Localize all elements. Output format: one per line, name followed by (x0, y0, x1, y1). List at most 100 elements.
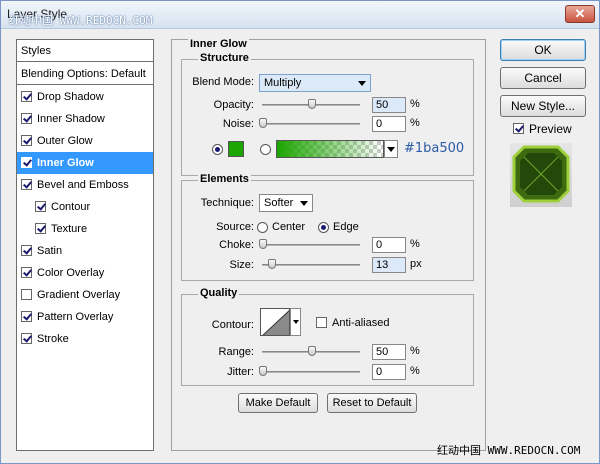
styles-list: Styles Blending Options: Default Drop Sh… (16, 39, 154, 451)
close-icon: ✕ (574, 6, 586, 21)
jitter-slider-track[interactable] (262, 371, 360, 373)
watermark-text: 红动中国 WWW.REDOCN.COM (9, 14, 153, 27)
opacity-label: Opacity: (213, 99, 254, 111)
size-input[interactable]: 13 (372, 257, 406, 273)
size-slider-track[interactable] (262, 264, 360, 266)
gradient-dropdown[interactable] (384, 140, 398, 158)
choke-unit: % (410, 238, 420, 250)
inner-glow-panel: Inner Glow Structure Blend Mode: Multipl… (171, 38, 486, 451)
style-item-satin[interactable]: Satin (17, 240, 153, 262)
source-edge-radio[interactable] (318, 222, 329, 233)
opacity-input[interactable]: 50 (372, 97, 406, 113)
choke-label: Choke: (219, 239, 254, 251)
style-item-checkbox[interactable] (21, 113, 32, 124)
style-item-checkbox[interactable] (21, 333, 32, 344)
layer-style-dialog: Layer Style 红动中国 WWW.REDOCN.COM ✕ Styles… (0, 0, 600, 464)
solid-color-radio[interactable] (212, 144, 223, 155)
style-item-gradient-overlay[interactable]: Gradient Overlay (17, 284, 153, 306)
style-item-pattern-overlay[interactable]: Pattern Overlay (17, 306, 153, 328)
contour-dropdown[interactable] (290, 308, 301, 336)
blend-mode-label: Blend Mode: (192, 76, 254, 88)
source-center-radio[interactable] (257, 222, 268, 233)
style-item-label: Bevel and Emboss (37, 179, 129, 191)
style-item-checkbox[interactable] (21, 179, 32, 190)
style-item-checkbox[interactable] (21, 135, 32, 146)
range-input[interactable]: 50 (372, 344, 406, 360)
styles-header[interactable]: Styles (17, 40, 153, 62)
make-default-button[interactable]: Make Default (238, 393, 318, 413)
elements-title: Elements (198, 173, 251, 185)
chevron-down-icon (358, 81, 366, 86)
gradient-radio[interactable] (260, 144, 271, 155)
technique-select[interactable]: Softer (259, 194, 313, 212)
preview-checkbox[interactable] (513, 123, 524, 134)
source-label: Source: (216, 221, 254, 233)
ok-button[interactable]: OK (500, 39, 586, 61)
style-item-checkbox[interactable] (21, 157, 32, 168)
style-item-checkbox[interactable] (35, 223, 46, 234)
style-item-label: Contour (51, 201, 91, 213)
style-item-checkbox[interactable] (21, 267, 32, 278)
glow-color-swatch[interactable] (228, 141, 244, 157)
style-item-checkbox[interactable] (21, 289, 32, 300)
structure-title: Structure (198, 52, 251, 64)
jitter-slider-thumb[interactable] (259, 366, 267, 376)
close-button[interactable]: ✕ (565, 5, 595, 23)
opacity-slider-thumb[interactable] (308, 99, 316, 109)
source-center-label: Center (272, 221, 306, 233)
jitter-label: Jitter: (227, 366, 254, 378)
inner-glow-title: Inner Glow (188, 38, 249, 50)
styles-header-label: Styles (21, 45, 51, 57)
source-edge-label: Edge (333, 221, 359, 233)
quality-title: Quality (198, 287, 240, 299)
cancel-button[interactable]: Cancel (500, 67, 586, 89)
style-item-contour[interactable]: Contour (17, 196, 153, 218)
range-slider-thumb[interactable] (308, 346, 316, 356)
noise-slider-thumb[interactable] (259, 118, 267, 128)
choke-slider-track[interactable] (262, 244, 360, 246)
size-slider-thumb[interactable] (268, 259, 276, 269)
style-item-checkbox[interactable] (21, 91, 32, 102)
style-item-drop-shadow[interactable]: Drop Shadow (17, 86, 153, 108)
style-item-label: Satin (37, 245, 63, 257)
new-style-button[interactable]: New Style... (500, 95, 586, 117)
style-item-inner-glow[interactable]: Inner Glow (17, 152, 153, 174)
anti-aliased-checkbox[interactable] (316, 317, 327, 328)
style-item-label: Texture (51, 223, 88, 235)
blend-mode-value: Multiply (264, 77, 302, 89)
style-item-checkbox[interactable] (21, 311, 32, 322)
noise-input[interactable]: 0 (372, 116, 406, 132)
blend-mode-select[interactable]: Multiply (259, 74, 371, 92)
choke-input[interactable]: 0 (372, 237, 406, 253)
blending-options-item[interactable]: Blending Options: Default (17, 63, 153, 85)
style-item-label: Outer Glow (37, 135, 93, 147)
jitter-unit: % (410, 365, 420, 377)
style-item-outer-glow[interactable]: Outer Glow (17, 130, 153, 152)
range-label: Range: (218, 346, 254, 358)
color-hex-label: #1ba500 (404, 141, 465, 156)
style-item-bevel-and-emboss[interactable]: Bevel and Emboss (17, 174, 153, 196)
structure-group: Structure Blend Mode: Multiply Opacity: … (181, 52, 474, 176)
quality-group: Quality Contour: Anti-aliased Range: 50 … (181, 287, 474, 386)
title-bar[interactable]: Layer Style 红动中国 WWW.REDOCN.COM ✕ (1, 1, 599, 29)
style-item-texture[interactable]: Texture (17, 218, 153, 240)
style-item-checkbox[interactable] (21, 245, 32, 256)
blending-options-label: Blending Options: Default (21, 68, 146, 80)
style-preview (510, 143, 572, 207)
contour-label: Contour: (211, 319, 254, 331)
style-item-label: Color Overlay (37, 267, 105, 279)
choke-slider-thumb[interactable] (259, 239, 267, 249)
style-item-label: Inner Shadow (37, 113, 105, 125)
reset-to-default-button[interactable]: Reset to Default (327, 393, 417, 413)
noise-slider-track[interactable] (262, 123, 360, 125)
style-item-checkbox[interactable] (35, 201, 46, 212)
style-item-label: Gradient Overlay (37, 289, 121, 301)
style-item-stroke[interactable]: Stroke (17, 328, 153, 350)
gradient-picker[interactable] (276, 140, 384, 158)
jitter-input[interactable]: 0 (372, 364, 406, 380)
chevron-down-icon (387, 147, 395, 152)
style-item-color-overlay[interactable]: Color Overlay (17, 262, 153, 284)
preview-thumbnail-icon (512, 145, 570, 203)
style-item-inner-shadow[interactable]: Inner Shadow (17, 108, 153, 130)
contour-picker[interactable] (260, 308, 290, 336)
